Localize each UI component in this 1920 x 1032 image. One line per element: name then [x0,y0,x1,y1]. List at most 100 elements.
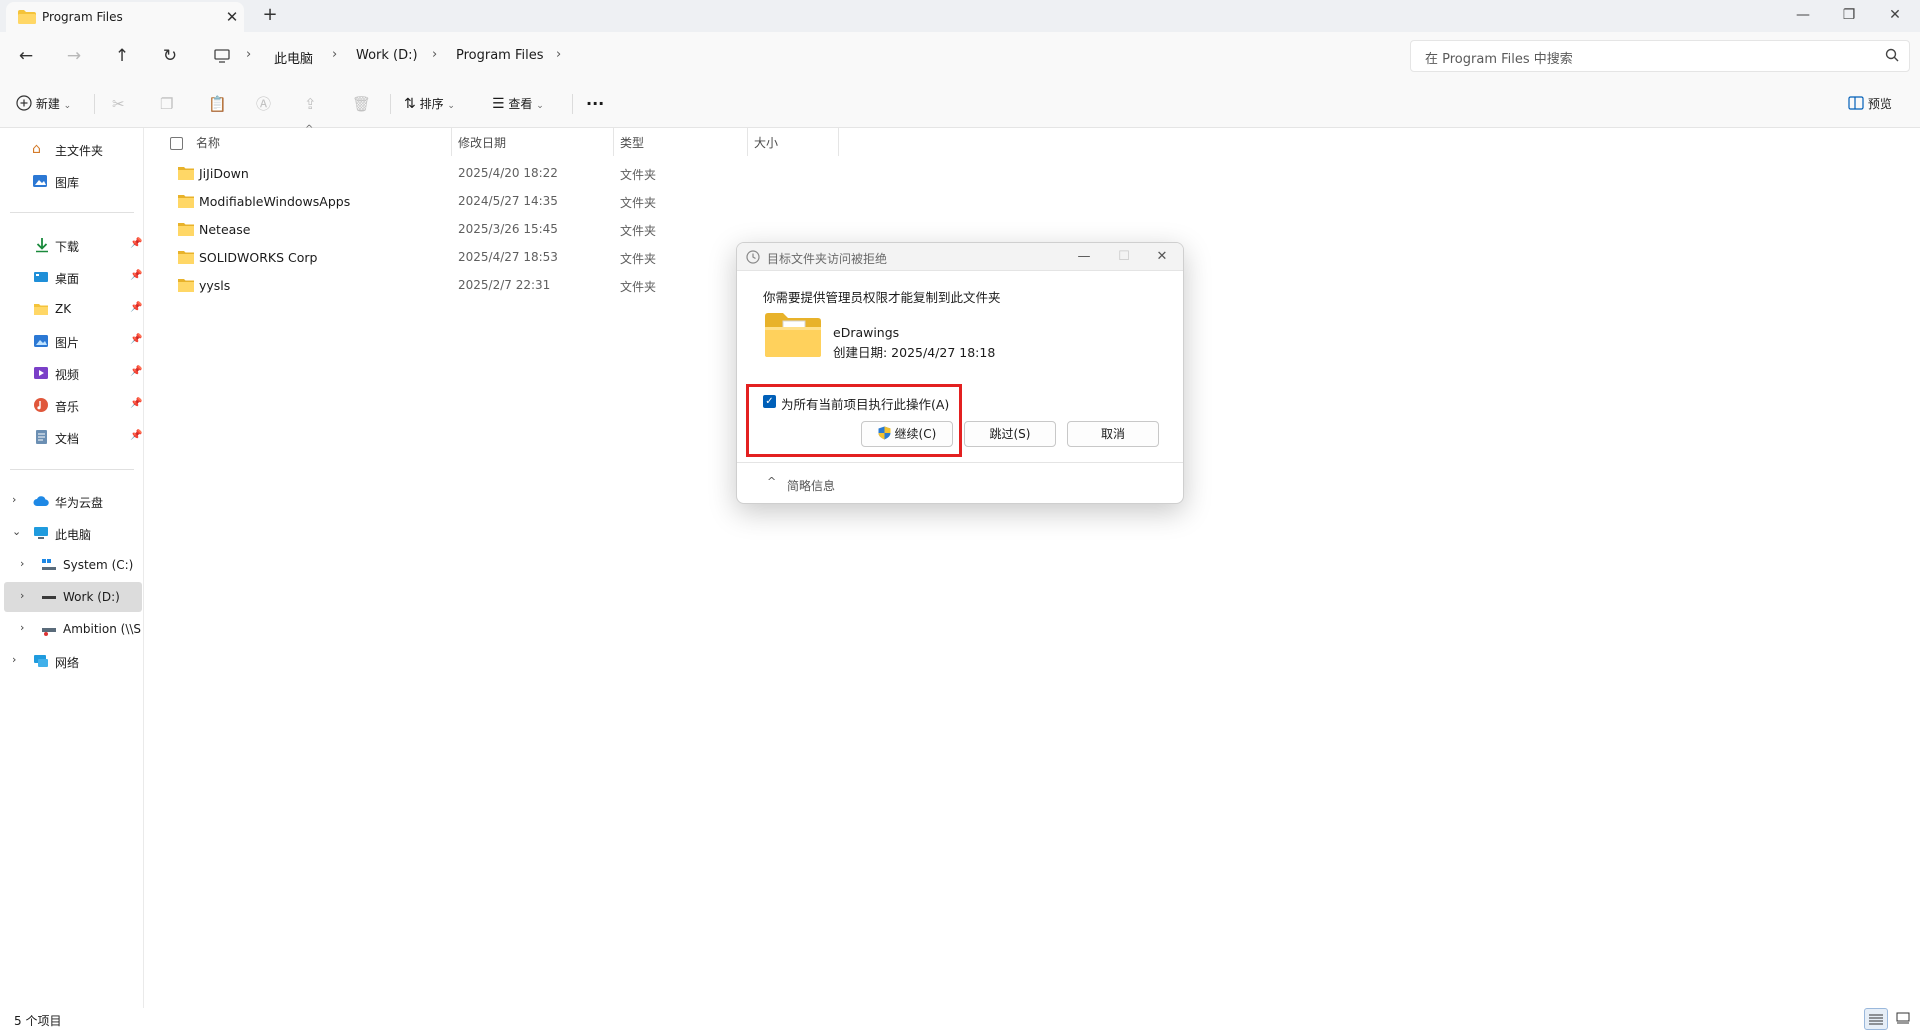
maximize-button[interactable]: ❐ [1826,2,1872,28]
details-view-button[interactable] [1864,1008,1888,1030]
toolbar-divider [94,94,95,114]
tab-close-button[interactable]: ✕ [222,7,242,27]
sidebar-item-videos[interactable]: 视频 📌 [4,358,142,388]
breadcrumb-work-d[interactable]: Work (D:) [356,48,418,63]
breadcrumb-program-files[interactable]: Program Files [456,48,544,63]
chevron-right-icon[interactable]: › [20,557,24,570]
folder-icon [178,195,194,208]
more-options-button[interactable]: ··· [586,92,604,116]
rename-icon[interactable]: Ⓐ [256,92,271,116]
cloud-icon [33,496,49,506]
close-button[interactable]: ✕ [1872,2,1918,28]
up-button[interactable]: ↑ [108,42,136,70]
pin-icon[interactable]: 📌 [130,334,142,345]
dialog-close-button[interactable]: ✕ [1147,246,1177,268]
sidebar-item-network[interactable]: › 网络 [4,646,142,676]
sidebar-item-system-c[interactable]: › System (C:) [4,550,142,580]
select-all-checkbox[interactable] [170,137,183,150]
sidebar-item-work-d[interactable]: › Work (D:) [4,582,142,612]
column-header-date[interactable]: 修改日期 [458,134,506,151]
chevron-up-icon[interactable]: ^ [767,475,776,488]
sidebar-item-label: 音乐 [55,400,80,414]
tab-program-files[interactable]: Program Files ✕ [6,2,244,32]
forward-button[interactable]: → [60,42,88,70]
sidebar-item-ambition[interactable]: › Ambition (\\SI [4,614,142,644]
sidebar-item-documents[interactable]: 文档 📌 [4,422,142,452]
table-row[interactable]: JiJiDown 2025/4/20 18:22 文件夹 [172,160,992,188]
tiles-view-button[interactable] [1892,1008,1916,1030]
breadcrumb[interactable]: › 此电脑 › Work (D:) › Program Files › [204,40,1400,72]
breadcrumb-this-pc[interactable]: 此电脑 [274,48,313,67]
plus-circle-icon [16,95,32,111]
sidebar-item-pictures[interactable]: 图片 📌 [4,326,142,356]
sort-button[interactable]: ⇅ 排序 ⌄ [404,92,455,116]
cut-icon[interactable]: ✂ [112,92,125,116]
tab-title: Program Files [42,10,123,24]
sidebar-item-desktop[interactable]: 桌面 📌 [4,262,142,292]
search-box[interactable]: 在 Program Files 中搜索 [1410,40,1910,72]
dialog-minimize-button[interactable]: — [1069,246,1099,268]
copy-icon[interactable]: ❐ [160,92,173,116]
column-header-type[interactable]: 类型 [620,134,644,151]
share-icon[interactable]: ⇪ [304,92,317,116]
sidebar-item-music[interactable]: 音乐 📌 [4,390,142,420]
chevron-down-icon[interactable]: ⌄ [12,525,21,538]
sidebar-item-zk[interactable]: ZK 📌 [4,294,142,324]
preview-pane-button[interactable]: 预览 [1848,92,1892,116]
pin-icon[interactable]: 📌 [130,430,142,441]
new-tab-button[interactable]: + [260,5,280,25]
skip-button[interactable]: 跳过(S) [964,421,1056,447]
table-row[interactable]: ModifiableWindowsApps 2024/5/27 14:35 文件… [172,188,992,216]
sidebar-item-gallery[interactable]: 图库 [4,166,142,196]
column-divider[interactable] [613,128,614,156]
column-divider[interactable] [451,128,452,156]
dialog-title-bar[interactable]: 目标文件夹访问被拒绝 — ☐ ✕ [737,243,1183,271]
file-type: 文件夹 [620,168,657,182]
paste-icon[interactable]: 📋 [208,92,227,116]
column-divider[interactable] [747,128,748,156]
gallery-icon [33,175,47,187]
delete-icon[interactable]: 🗑 [352,92,371,116]
file-type: 文件夹 [620,196,657,210]
chevron-right-icon[interactable]: › [20,621,24,634]
details-view-icon [1869,1014,1883,1025]
less-details-toggle[interactable]: 简略信息 [787,477,835,494]
chevron-right-icon[interactable]: › [20,589,24,602]
chevron-right-icon[interactable]: › [12,493,16,506]
sidebar-item-label: Ambition (\\SI [63,622,142,636]
column-header-size[interactable]: 大小 [754,134,778,151]
new-button[interactable]: 新建 ⌄ [16,92,71,116]
sidebar-item-downloads[interactable]: 下载 📌 [4,230,142,260]
pin-icon[interactable]: 📌 [130,302,142,313]
column-header-name[interactable]: 名称 [196,134,220,151]
pin-icon[interactable]: 📌 [130,366,142,377]
address-bar: ← → ↑ ↻ › 此电脑 › Work (D:) › Program File… [0,32,1920,80]
minimize-button[interactable]: — [1780,2,1826,28]
computer-icon [214,49,230,63]
chevron-right-icon[interactable]: › [12,653,16,666]
folder-icon [178,251,194,264]
back-button[interactable]: ← [12,42,40,70]
dialog-maximize-button[interactable]: ☐ [1109,246,1139,268]
cancel-button[interactable]: 取消 [1067,421,1159,447]
refresh-button[interactable]: ↻ [156,42,184,70]
desktop-icon [34,272,48,282]
sidebar-item-home[interactable]: ⌂ 主文件夹 [4,134,142,164]
pin-icon[interactable]: 📌 [130,238,142,249]
sidebar-item-this-pc[interactable]: ⌄ 此电脑 [4,518,142,548]
new-label: 新建 [35,97,60,111]
view-label: 查看 [508,97,533,111]
sidebar-item-label: 图库 [55,176,80,190]
sidebar-item-label: System (C:) [63,558,134,572]
search-input[interactable]: 在 Program Files 中搜索 [1425,48,1573,67]
table-row[interactable]: Netease 2025/3/26 15:45 文件夹 [172,216,992,244]
sidebar-item-label: Work (D:) [63,590,120,604]
dialog-title: 目标文件夹访问被拒绝 [767,252,888,266]
column-divider[interactable] [838,128,839,156]
sidebar-item-huawei-cloud[interactable]: › 华为云盘 [4,486,142,516]
view-button[interactable]: ☰ 查看 ⌄ [492,92,544,116]
chevron-down-icon: ⌄ [447,101,455,111]
pin-icon[interactable]: 📌 [130,398,142,409]
pin-icon[interactable]: 📌 [130,270,142,281]
file-date: 2025/4/20 18:22 [458,166,558,180]
